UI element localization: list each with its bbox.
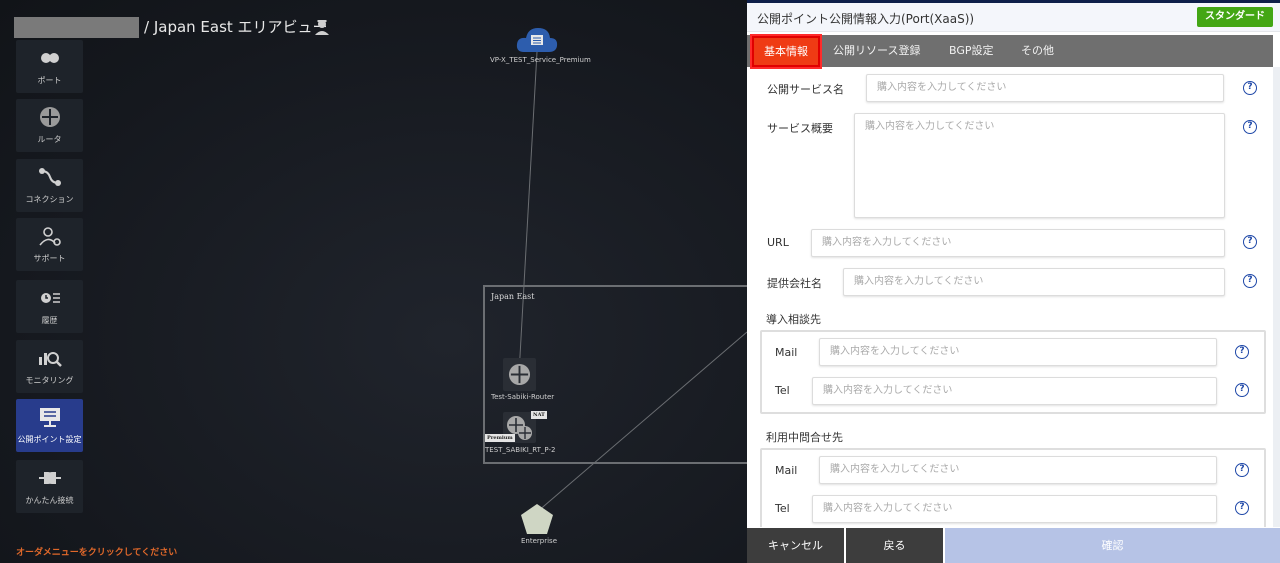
plan-badge: スタンダード [1197, 7, 1273, 27]
enterprise-icon[interactable] [520, 503, 554, 535]
tab-bar: 基本情報 公開リソース登録 BGP設定 その他 [747, 34, 1273, 69]
nat-tag: NAT [531, 411, 547, 419]
router-node[interactable] [503, 358, 536, 391]
inquiry-mail-label: Mail [775, 464, 798, 477]
url-input[interactable]: 購入内容を入力してください [811, 229, 1225, 257]
consult-mail-input[interactable]: 購入内容を入力してください [819, 338, 1217, 366]
service-node-label: VP-X_TEST_Service_Premium [490, 56, 591, 64]
help-icon[interactable]: ? [1243, 81, 1257, 95]
inquiry-tel-label: Tel [775, 502, 790, 515]
provider-label: 提供会社名 [767, 277, 822, 290]
consult-mail-label: Mail [775, 346, 798, 359]
service-name-input[interactable]: 購入内容を入力してください [866, 74, 1224, 102]
help-icon[interactable]: ? [1235, 501, 1249, 515]
help-icon[interactable]: ? [1243, 235, 1257, 249]
service-name-label: 公開サービス名 [767, 83, 844, 96]
help-icon[interactable]: ? [1235, 345, 1249, 359]
inquiry-mail-input[interactable]: 購入内容を入力してください [819, 456, 1217, 484]
panel-footer: キャンセル 戻る 確認 [747, 528, 1280, 563]
service-summary-textarea[interactable]: 購入内容を入力してください [854, 113, 1225, 218]
help-icon[interactable]: ? [1243, 120, 1257, 134]
tab-other[interactable]: その他 [1021, 35, 1054, 67]
tab-bgp-settings[interactable]: BGP設定 [949, 35, 994, 67]
service-summary-label: サービス概要 [767, 122, 833, 135]
scrollbar[interactable] [1273, 67, 1280, 527]
router-node-label: Test-Sabiki-Router [491, 393, 555, 401]
premium-tag: Premium [485, 434, 515, 442]
tab-public-resources[interactable]: 公開リソース登録 [833, 35, 920, 67]
provider-input[interactable]: 購入内容を入力してください [843, 268, 1225, 296]
confirm-button[interactable]: 確認 [945, 528, 1280, 563]
area-view-canvas[interactable]: / Japan East エリアビュー ポート ルータ コネクション サポート [0, 0, 747, 563]
help-icon[interactable]: ? [1235, 463, 1249, 477]
help-icon[interactable]: ? [1243, 274, 1257, 288]
inquiry-group-title: 利用中問合せ先 [766, 431, 843, 444]
tab-basic-info[interactable]: 基本情報 [750, 34, 822, 69]
consult-tel-input[interactable]: 購入内容を入力してください [812, 377, 1217, 405]
cancel-button[interactable]: キャンセル [747, 528, 844, 563]
help-icon[interactable]: ? [1235, 383, 1249, 397]
public-info-panel: 公開ポイント公開情報入力(Port(XaaS)) スタンダード 基本情報 公開リ… [747, 3, 1280, 563]
panel-title: 公開ポイント公開情報入力(Port(XaaS)) [757, 12, 975, 26]
enterprise-node-label: Enterprise [521, 537, 558, 545]
inquiry-tel-input[interactable]: 購入内容を入力してください [812, 495, 1217, 523]
diagram-links [518, 51, 747, 513]
cloud-service-icon[interactable] [516, 26, 558, 54]
nat-router-node-label: TEST_SABIKI_RT_P-2 [485, 446, 556, 454]
region-label: Japan East [491, 292, 535, 301]
form-area: 公開サービス名 購入内容を入力してください ? サービス概要 購入内容を入力して… [747, 67, 1280, 527]
router-icon [508, 363, 531, 386]
back-button[interactable]: 戻る [846, 528, 943, 563]
url-label: URL [767, 236, 789, 249]
consult-tel-label: Tel [775, 384, 790, 397]
consult-group-title: 導入相談先 [766, 313, 821, 326]
panel-header: 公開ポイント公開情報入力(Port(XaaS)) スタンダード [747, 3, 1280, 32]
